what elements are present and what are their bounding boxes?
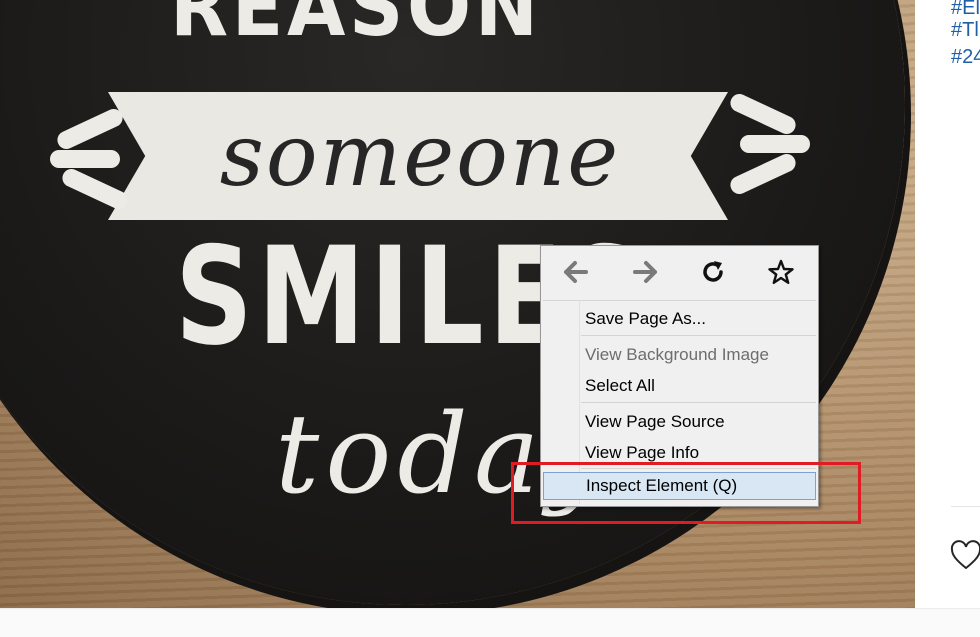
divider: [951, 506, 980, 507]
star-icon: [768, 259, 794, 290]
forward-button[interactable]: [630, 259, 660, 289]
photo-text-reason: REASON: [170, 0, 542, 55]
menu-item-view-page-source[interactable]: View Page Source: [543, 408, 816, 436]
decorative-burst: [740, 135, 810, 153]
decorative-burst: [50, 150, 120, 168]
menu-separator: [543, 300, 816, 301]
menu-separator: [581, 402, 816, 403]
bookmark-button[interactable]: [766, 259, 796, 289]
menu-separator: [581, 335, 816, 336]
hashtag-link[interactable]: #El: [951, 0, 980, 19]
menu-item-view-background-image: View Background Image: [585, 345, 769, 364]
back-button[interactable]: [561, 259, 591, 289]
hashtag-link[interactable]: #24: [951, 46, 980, 68]
footer-band: [0, 608, 980, 637]
reload-icon: [700, 259, 726, 290]
arrow-right-icon: [632, 260, 658, 289]
menu-item-select-all[interactable]: Select All: [543, 372, 816, 400]
arrow-left-icon: [563, 260, 589, 289]
menu-item-save-page-as[interactable]: Save Page As...: [543, 305, 816, 333]
heart-icon[interactable]: [950, 540, 980, 572]
annotation-highlight-box: [511, 462, 861, 524]
hashtag-link[interactable]: #Tl: [951, 19, 979, 41]
reload-button[interactable]: [698, 259, 728, 289]
context-menu-nav-row: [541, 246, 818, 300]
photo-text-someone: someone: [219, 106, 621, 206]
